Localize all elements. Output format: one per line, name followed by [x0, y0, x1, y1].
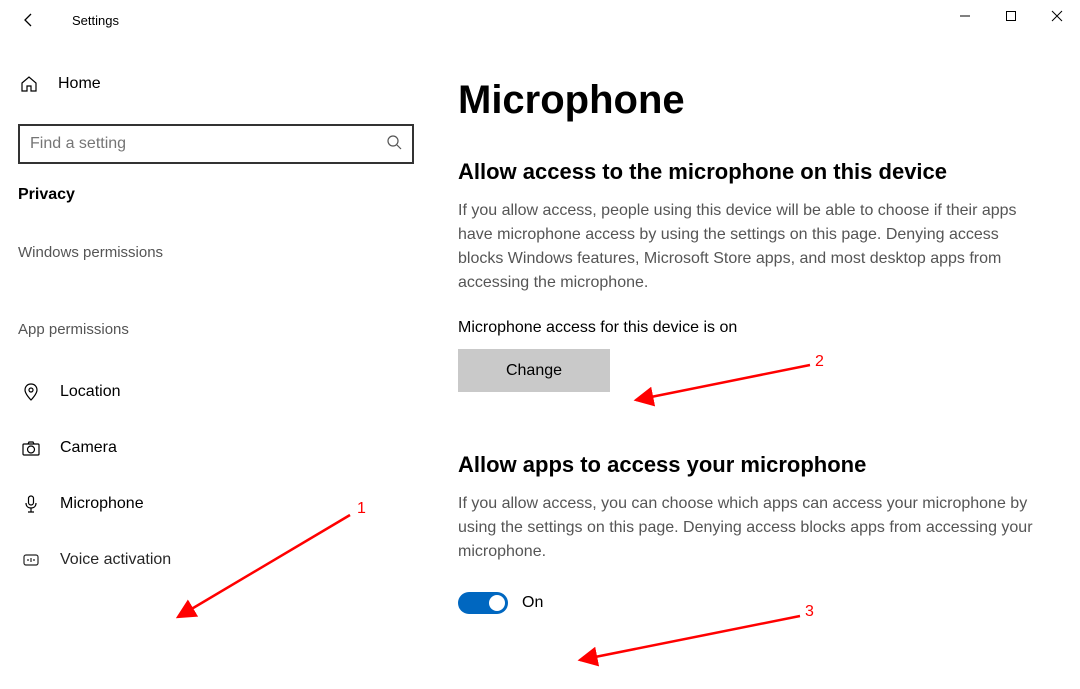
location-icon: [20, 382, 42, 402]
sidebar-item-camera[interactable]: Camera: [18, 424, 430, 472]
device-access-status: Microphone access for this device is on: [458, 319, 1052, 337]
sidebar-item-label: Camera: [60, 439, 117, 457]
minimize-button[interactable]: [942, 0, 988, 32]
sidebar-item-label: Voice activation: [60, 551, 171, 569]
category-privacy: Privacy: [18, 186, 430, 204]
microphone-icon: [20, 494, 42, 514]
section-title-app-access: Allow apps to access your microphone: [458, 452, 1052, 478]
home-icon: [18, 74, 40, 94]
section-title-device-access: Allow access to the microphone on this d…: [458, 159, 1052, 185]
sidebar-item-label: Microphone: [60, 495, 144, 513]
home-nav[interactable]: Home: [18, 60, 430, 108]
subhead-app-permissions: App permissions: [18, 321, 430, 338]
titlebar: Settings: [0, 0, 1080, 40]
maximize-button[interactable]: [988, 0, 1034, 32]
sidebar-item-location[interactable]: Location: [18, 368, 430, 416]
close-button[interactable]: [1034, 0, 1080, 32]
sidebar-item-voice-activation[interactable]: Voice activation: [18, 536, 430, 584]
subhead-windows-permissions: Windows permissions: [18, 244, 430, 261]
change-button[interactable]: Change: [458, 349, 610, 392]
app-title: Settings: [72, 13, 119, 28]
search-input[interactable]: [30, 135, 386, 153]
search-icon: [386, 134, 402, 155]
section-desc-app-access: If you allow access, you can choose whic…: [458, 492, 1048, 564]
app-access-toggle[interactable]: [458, 592, 508, 614]
sidebar-item-microphone[interactable]: Microphone: [18, 480, 430, 528]
search-box[interactable]: [18, 124, 414, 164]
back-icon[interactable]: [18, 12, 40, 28]
camera-icon: [20, 438, 42, 458]
section-desc-device-access: If you allow access, people using this d…: [458, 199, 1048, 295]
main-content: Microphone Allow access to the microphon…: [430, 40, 1080, 689]
home-label: Home: [58, 75, 101, 93]
voice-activation-icon: [20, 550, 42, 570]
sidebar: Home Privacy Windows permissions App per…: [0, 40, 430, 689]
toggle-label: On: [522, 594, 543, 612]
sidebar-item-label: Location: [60, 383, 121, 401]
page-title: Microphone: [458, 78, 1052, 123]
toggle-knob: [489, 595, 505, 611]
window-controls: [942, 0, 1080, 32]
